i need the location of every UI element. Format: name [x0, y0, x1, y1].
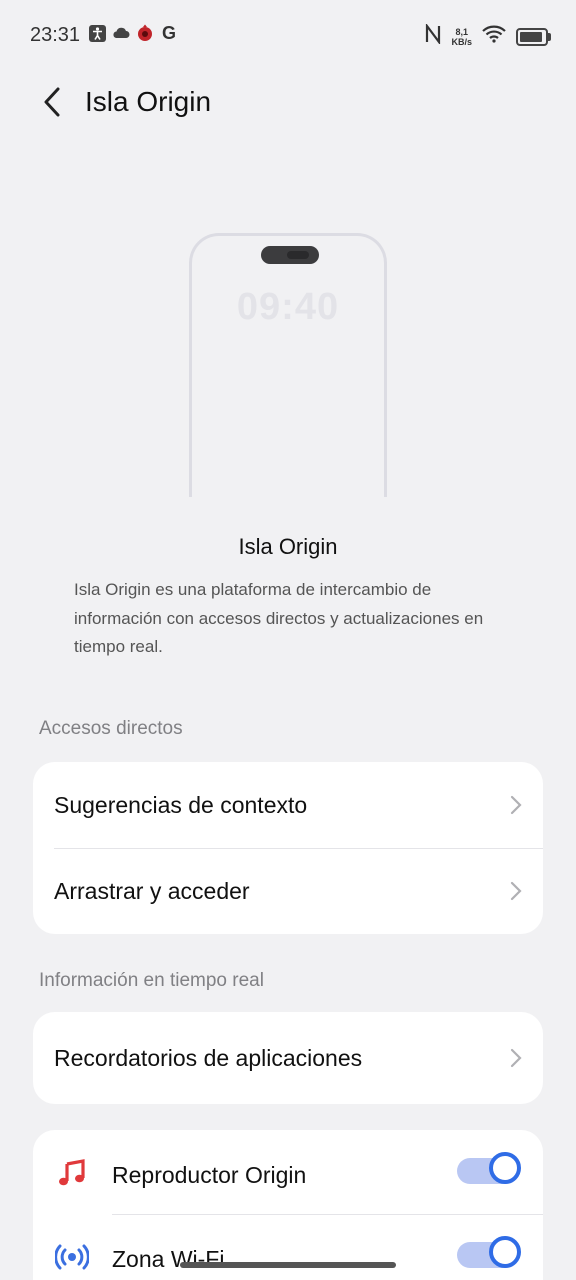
shortcuts-card: Sugerencias de contexto Arrastrar y acce…: [33, 762, 543, 934]
app-header: Isla Origin: [0, 80, 576, 124]
dynamic-island-illustration: [261, 246, 319, 264]
status-left-icons: G: [88, 22, 178, 43]
chevron-right-icon: [510, 1048, 522, 1068]
chevron-right-icon: [510, 881, 522, 901]
cloud-icon: [112, 24, 130, 42]
battery-fill: [520, 31, 542, 42]
app-notification-icon: [136, 24, 154, 42]
hotspot-icon: [55, 1240, 89, 1274]
realtime-card: Recordatorios de aplicaciones: [33, 1012, 543, 1104]
nfc-icon: [425, 22, 441, 49]
status-time: 23:31: [30, 24, 81, 46]
back-button[interactable]: [34, 84, 70, 120]
network-speed-value: 8,1: [455, 26, 468, 37]
wifi-icon: [482, 25, 506, 48]
row-app-reminders[interactable]: Recordatorios de aplicaciones: [33, 1012, 543, 1104]
back-arrow-icon: [44, 87, 60, 117]
illustration-clock: 09:40: [236, 286, 340, 328]
row-label: Arrastrar y acceder: [54, 878, 250, 904]
feature-title: Isla Origin: [238, 534, 338, 559]
page-title: Isla Origin: [85, 86, 212, 117]
network-speed-unit: KB/s: [451, 36, 472, 47]
row-drag-and-access[interactable]: Arrastrar y acceder: [33, 848, 543, 934]
status-bar: 23:31 G 8,1 KB/s: [0, 0, 576, 72]
music-note-icon: [55, 1156, 89, 1190]
toggle-knob: [489, 1152, 521, 1184]
origin-player-toggle[interactable]: [457, 1152, 521, 1184]
section-label-shortcuts: Accesos directos: [39, 718, 183, 739]
wifi-hotspot-toggle[interactable]: [457, 1236, 521, 1268]
row-context-suggestions[interactable]: Sugerencias de contexto: [33, 762, 543, 848]
app-label: Reproductor Origin: [112, 1162, 307, 1188]
row-label: Recordatorios de aplicaciones: [54, 1045, 363, 1071]
app-row-origin-player[interactable]: Reproductor Origin: [33, 1130, 543, 1214]
app-label: Zona Wi-Fi: [112, 1246, 225, 1272]
status-right-icons: 8,1 KB/s: [425, 22, 551, 49]
battery-icon: [516, 27, 551, 46]
apps-card: Reproductor Origin Zona Wi-Fi: [33, 1130, 543, 1280]
accessibility-icon: [88, 24, 106, 42]
section-label-realtime: Información en tiempo real: [39, 970, 264, 991]
phone-illustration: 09:40: [189, 233, 387, 497]
chevron-right-icon: [510, 795, 522, 815]
home-indicator[interactable]: [180, 1262, 396, 1268]
google-icon: G: [161, 22, 176, 43]
row-label: Sugerencias de contexto: [54, 792, 308, 818]
network-speed: 8,1 KB/s: [451, 27, 472, 47]
toggle-knob: [489, 1236, 521, 1268]
app-row-wifi-hotspot[interactable]: Zona Wi-Fi: [33, 1214, 543, 1280]
feature-description: Isla Origin es una plataforma de interca…: [74, 580, 484, 656]
